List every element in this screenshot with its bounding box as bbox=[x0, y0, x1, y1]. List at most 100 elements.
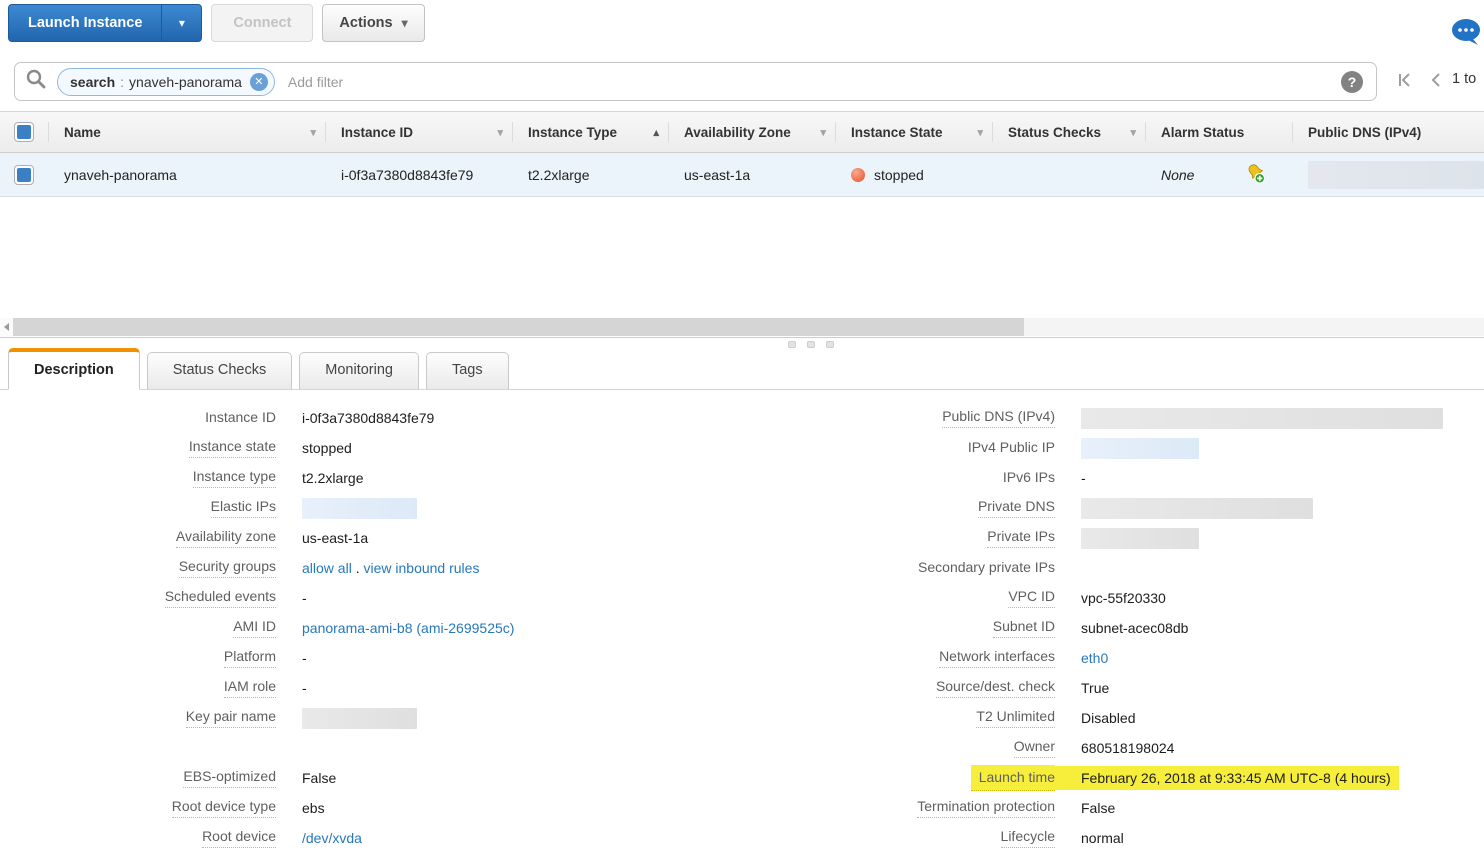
field-label: Instance type bbox=[193, 468, 276, 488]
desc-row: AMI IDpanorama-ami-b8 (ami-2699525c) bbox=[0, 613, 740, 643]
desc-row: Private IPs bbox=[780, 523, 1484, 553]
sort-down-icon: ▾ bbox=[497, 126, 503, 139]
row-checkbox[interactable] bbox=[14, 165, 34, 185]
tab-monitoring[interactable]: Monitoring bbox=[299, 352, 419, 389]
value-text: vpc-55f20330 bbox=[1081, 590, 1166, 606]
field-label: Subnet ID bbox=[993, 618, 1055, 638]
desc-row: IPv6 IPs- bbox=[780, 463, 1484, 493]
panel-resize-handle[interactable] bbox=[788, 341, 834, 348]
desc-row: Instance statestopped bbox=[0, 433, 740, 463]
field-label: Availability zone bbox=[176, 528, 276, 548]
field-value: - bbox=[302, 650, 307, 666]
tab-tags[interactable]: Tags bbox=[426, 352, 509, 389]
scroll-left-icon[interactable] bbox=[0, 318, 13, 336]
search-filter-pill[interactable]: search : ynaveh-panorama ✕ bbox=[57, 68, 275, 96]
value-text: subnet-acec08db bbox=[1081, 620, 1188, 636]
field-label: Owner bbox=[1014, 738, 1055, 758]
sort-up-icon: ▴ bbox=[653, 126, 659, 139]
value-text: . bbox=[352, 560, 364, 576]
cell-instance-type: t2.2xlarge bbox=[512, 153, 668, 196]
column-header-availability-zone[interactable]: Availability Zone▾ bbox=[668, 112, 835, 152]
add-filter-placeholder[interactable]: Add filter bbox=[288, 74, 343, 90]
redacted-value bbox=[1081, 438, 1199, 459]
value-link[interactable]: /dev/xvda bbox=[302, 830, 362, 846]
value-link[interactable]: view inbound rules bbox=[363, 560, 479, 576]
desc-row: Owner 680518198024 bbox=[780, 733, 1484, 763]
column-header-instance-id[interactable]: Instance ID▾ bbox=[325, 112, 512, 152]
column-header-instance-state[interactable]: Instance State▾ bbox=[835, 112, 992, 152]
first-page-icon[interactable] bbox=[1395, 70, 1415, 95]
field-label: T2 Unlimited bbox=[976, 708, 1055, 728]
value-text: 680518198024 bbox=[1081, 740, 1174, 756]
launch-instance-label[interactable]: Launch Instance bbox=[9, 5, 161, 41]
field-label: Lifecycle bbox=[1001, 828, 1055, 848]
field-value: 680518198024 bbox=[1081, 740, 1174, 756]
field-label: IAM role bbox=[224, 678, 276, 698]
help-icon[interactable]: ? bbox=[1341, 71, 1363, 93]
desc-row: IAM role- bbox=[0, 673, 740, 703]
desc-row: Key pair name bbox=[0, 703, 740, 733]
value-text: - bbox=[302, 650, 307, 666]
search-input[interactable]: search : ynaveh-panorama ✕ Add filter ? bbox=[14, 62, 1377, 101]
field-value bbox=[1081, 528, 1199, 549]
redacted-value bbox=[302, 708, 417, 729]
field-label: Scheduled events bbox=[165, 588, 276, 608]
actions-button[interactable]: Actions▾ bbox=[322, 4, 424, 42]
scrollbar-thumb[interactable] bbox=[13, 318, 1024, 336]
filter-bar: search : ynaveh-panorama ✕ Add filter ? … bbox=[0, 56, 1484, 111]
value-link[interactable]: eth0 bbox=[1081, 650, 1108, 666]
ec2-console: Launch Instance ▾ Connect Actions▾ searc… bbox=[0, 0, 1484, 858]
desc-row: T2 UnlimitedDisabled bbox=[780, 703, 1484, 733]
field-value: False bbox=[1081, 800, 1115, 816]
column-header-name[interactable]: Name▾ bbox=[48, 112, 325, 152]
field-label: Private DNS bbox=[978, 498, 1055, 518]
column-header-status-checks[interactable]: Status Checks▾ bbox=[992, 112, 1145, 152]
field-value: February 26, 2018 at 9:33:45 AM UTC-8 (4… bbox=[1055, 766, 1399, 790]
column-header-alarm-status[interactable]: Alarm Status bbox=[1145, 112, 1292, 152]
field-value bbox=[1081, 438, 1199, 459]
create-alarm-icon[interactable] bbox=[1244, 162, 1266, 187]
launch-instance-caret[interactable]: ▾ bbox=[161, 5, 201, 41]
field-label: Platform bbox=[224, 648, 276, 668]
field-label: Root device bbox=[202, 828, 276, 848]
column-header-instance-type[interactable]: Instance Type▴ bbox=[512, 112, 668, 152]
column-header-public-dns[interactable]: Public DNS (IPv4) bbox=[1292, 112, 1484, 152]
results-count: 1 to bbox=[1452, 71, 1484, 87]
field-label: VPC ID bbox=[1008, 588, 1055, 608]
tab-description[interactable]: Description bbox=[8, 348, 140, 390]
field-value: t2.2xlarge bbox=[302, 470, 363, 486]
desc-row: Root device/dev/xvda bbox=[0, 823, 740, 853]
remove-filter-icon[interactable]: ✕ bbox=[250, 73, 268, 91]
desc-row: Network interfaceseth0 bbox=[780, 643, 1484, 673]
value-link[interactable]: panorama-ami-b8 (ami-2699525c) bbox=[302, 620, 514, 636]
sort-down-icon: ▾ bbox=[1130, 126, 1136, 139]
description-panel: Instance IDi-0f3a7380d8843fe79Instance s… bbox=[0, 390, 1484, 858]
tab-status-checks[interactable]: Status Checks bbox=[147, 352, 293, 389]
field-value bbox=[1081, 408, 1443, 429]
launch-instance-button[interactable]: Launch Instance ▾ bbox=[8, 4, 202, 42]
field-value: - bbox=[302, 590, 307, 606]
sort-down-icon: ▾ bbox=[977, 126, 983, 139]
desc-row: Lifecyclenormal bbox=[780, 823, 1484, 853]
feedback-icon[interactable] bbox=[1450, 17, 1483, 47]
connect-button[interactable]: Connect bbox=[211, 4, 313, 42]
field-label: Termination protection bbox=[917, 798, 1055, 818]
field-label: Instance ID bbox=[205, 409, 276, 426]
select-all-checkbox[interactable] bbox=[14, 122, 34, 142]
field-label: Key pair name bbox=[186, 708, 276, 728]
field-value: us-east-1a bbox=[302, 530, 368, 546]
value-text: ebs bbox=[302, 800, 325, 816]
value-link[interactable]: allow all bbox=[302, 560, 352, 576]
field-label: Security groups bbox=[179, 558, 276, 578]
desc-row: Private DNS bbox=[780, 493, 1484, 523]
stopped-state-icon bbox=[851, 168, 865, 182]
instance-row[interactable]: ynaveh-panorama i-0f3a7380d8843fe79 t2.2… bbox=[0, 153, 1484, 197]
value-text: us-east-1a bbox=[302, 530, 368, 546]
horizontal-scrollbar bbox=[0, 318, 1484, 336]
desc-row: Public DNS (IPv4) bbox=[780, 403, 1484, 433]
desc-row: Platform - bbox=[0, 643, 740, 673]
field-label: IPv4 Public IP bbox=[968, 439, 1055, 456]
toolbar: Launch Instance ▾ Connect Actions▾ bbox=[0, 0, 1484, 56]
prev-page-icon[interactable] bbox=[1428, 70, 1444, 95]
redacted-value bbox=[1081, 528, 1199, 549]
